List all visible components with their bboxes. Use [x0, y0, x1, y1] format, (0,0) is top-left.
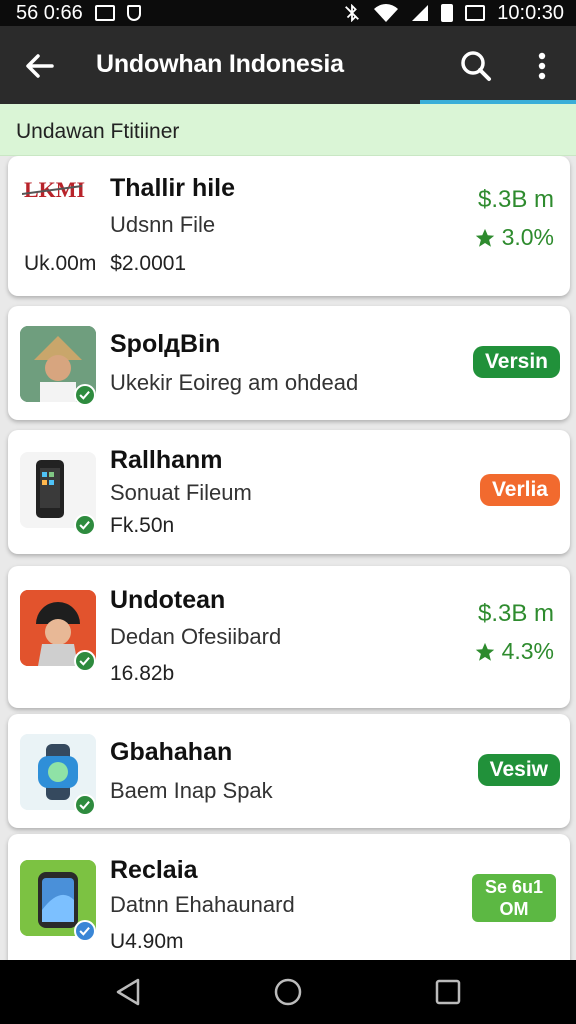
version-badge[interactable]: Versin [472, 346, 560, 378]
item-title: Gbahahan [110, 738, 233, 766]
item-logo: LKMI [21, 174, 100, 204]
item-meta-price: $2.0001 [110, 252, 187, 275]
list-item[interactable]: Undotean Dedan Ofesiibard 16.82b $.3B m … [8, 566, 570, 708]
battery-icon [441, 4, 454, 22]
version-badge[interactable]: Se 6u1 OM [472, 874, 556, 922]
badge-line-2: OM [499, 899, 529, 919]
signal-icon [412, 5, 429, 21]
recents-square-icon[interactable] [430, 974, 466, 1010]
check-badge-icon [74, 920, 96, 942]
item-subtitle: Sonuat Fileum [110, 480, 252, 505]
star-icon [475, 642, 494, 661]
check-badge-icon [74, 794, 96, 816]
item-size: Uk.00m [24, 252, 97, 275]
more-vert-icon[interactable] [528, 48, 556, 84]
rating-value: 3.0% [501, 224, 554, 250]
list-item[interactable]: Rallhanm Sonuat Fileum Fk.50n Verlia [8, 430, 570, 554]
item-meta: U4.90m [110, 930, 184, 953]
item-meta: Uk.00m $2.0001 [24, 252, 186, 276]
item-title: Reclaia [110, 856, 198, 884]
item-price: $.3B m [477, 186, 554, 213]
back-triangle-icon[interactable] [110, 974, 146, 1010]
page-title: Undowhan Indonesia [96, 50, 344, 78]
search-icon[interactable] [458, 48, 494, 84]
filter-label: Undawan Ftitiiner [16, 120, 180, 143]
status-time: 10:0:30 [497, 1, 564, 24]
back-arrow-icon[interactable] [22, 48, 58, 84]
check-badge-icon [74, 384, 96, 406]
list-item[interactable]: SpolдBin Ukekir Eoireg am ohdead Versin [8, 306, 570, 420]
item-meta: 16.82b [110, 662, 175, 685]
filter-bar[interactable]: Undawan Ftitiiner [0, 104, 576, 156]
status-left-text: 56 0:66 [16, 1, 83, 24]
version-badge[interactable]: Verlia [479, 474, 560, 506]
brand-logo-icon: LKMI [21, 177, 85, 202]
rating-value: 4.3% [501, 638, 554, 664]
item-subtitle: Ukekir Eoireg am ohdead [110, 370, 359, 395]
item-meta: Fk.50n [110, 514, 175, 537]
item-rating: 3.0% [474, 224, 554, 251]
shield-icon [126, 5, 141, 21]
item-subtitle: Baem Inap Spak [110, 778, 273, 803]
item-subtitle: Udsnn File [110, 212, 216, 237]
list-item[interactable]: LKMI Thallir hile Udsnn File Uk.00m $2.0… [8, 156, 570, 296]
item-rating: 4.3% [474, 638, 554, 665]
status-bar: 56 0:66 10:0:30 [0, 0, 576, 26]
list-item[interactable]: Gbahahan Baem Inap Spak Vesiw [8, 714, 570, 828]
check-badge-icon [74, 650, 96, 672]
wifi-icon [374, 4, 399, 22]
item-subtitle: Dedan Ofesiibard [110, 624, 282, 649]
app-bar: Undowhan Indonesia [0, 26, 576, 104]
check-badge-icon [74, 514, 96, 536]
version-badge[interactable]: Vesiw [477, 754, 560, 786]
list-item[interactable]: Reclaia Datnn Ehahaunard U4.90m Se 6u1 O… [8, 834, 570, 960]
screenshot-icon [465, 5, 486, 21]
home-circle-icon[interactable] [270, 974, 306, 1010]
item-price: $.3B m [477, 600, 554, 627]
star-icon [475, 228, 494, 247]
notification-box-icon [94, 5, 115, 21]
badge-line-1: Se 6u1 [484, 877, 544, 897]
item-title: Thallir hile [110, 174, 236, 202]
item-title: Rallhanm [110, 446, 223, 474]
item-subtitle: Datnn Ehahaunard [110, 892, 295, 917]
app-list: LKMI Thallir hile Udsnn File Uk.00m $2.0… [0, 156, 576, 960]
item-title: SpolдBin [110, 330, 221, 358]
bluetooth-off-icon [345, 4, 360, 22]
item-title: Undotean [110, 586, 226, 614]
system-nav-bar [0, 960, 576, 1024]
